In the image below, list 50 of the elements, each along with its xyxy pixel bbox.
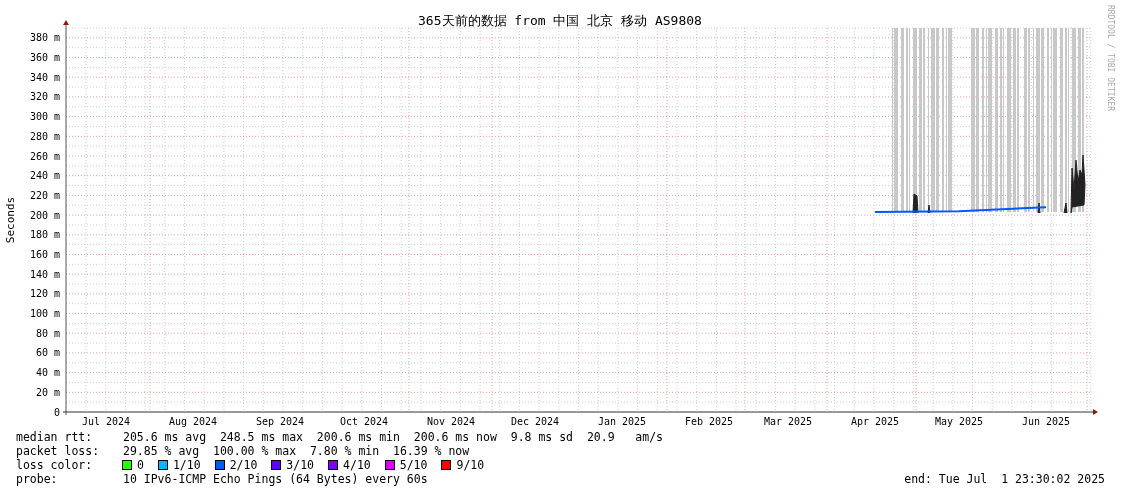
legend-label: 2/10 <box>229 458 258 472</box>
y-tick-label: 240 m <box>29 170 60 182</box>
chart-title: 365天前的数据 from 中国 北京 移动 AS9808 <box>418 13 702 28</box>
legend-value: 10 IPv6-ICMP Echo Pings (64 Bytes) every 60s <box>123 472 428 486</box>
y-tick-label: 0 <box>53 406 60 418</box>
y-tick-label: 280 m <box>29 130 60 142</box>
x-tick-label: Feb 2025 <box>684 416 734 427</box>
x-tick-label: Oct 2024 <box>339 416 389 427</box>
y-tick-label: 220 m <box>29 189 60 201</box>
legend-label: 9/10 <box>456 458 485 472</box>
y-tick-label: 100 m <box>29 308 60 320</box>
x-tick-label: May 2025 <box>934 416 984 427</box>
y-tick-label: 300 m <box>29 111 60 123</box>
x-tick-label: Jan 2025 <box>597 416 647 427</box>
end-time: end: Tue Jul 1 23:30:02 2025 <box>904 472 1105 486</box>
y-tick-label: 60 m <box>35 347 60 359</box>
y-tick-label: 200 m <box>29 209 60 221</box>
x-tick-label: Jun 2025 <box>1021 416 1071 427</box>
legend-label: 5/10 <box>399 458 428 472</box>
y-tick-label: 380 m <box>29 32 60 44</box>
y-tick-label: 20 m <box>35 386 60 398</box>
y-tick-label: 320 m <box>29 91 60 103</box>
legend-label: loss color: <box>16 458 94 472</box>
credit-text: RRDTOOL / TOBI OETIKER <box>1106 5 1115 111</box>
y-tick-label: 40 m <box>35 367 60 379</box>
y-tick-label: 120 m <box>29 288 60 300</box>
x-tick-label: Sep 2024 <box>255 416 305 427</box>
legend-label: 3/10 <box>286 458 315 472</box>
legend-value: 205.6 ms avg 248.5 ms max 200.6 ms min 200.6 ms now 9.8 ms sd 20.9 am/s <box>123 430 664 444</box>
legend-label: 0 <box>137 458 144 472</box>
x-tick-label: Nov 2024 <box>426 416 476 427</box>
y-tick-label: 180 m <box>29 229 60 241</box>
legend-label: median rtt: <box>16 430 94 444</box>
legend-label: 4/10 <box>343 458 371 472</box>
y-tick-label: 260 m <box>29 150 60 162</box>
y-tick-label: 160 m <box>29 248 60 260</box>
legend-label: packet loss: <box>16 444 101 458</box>
x-tick-label: Aug 2024 <box>168 416 218 427</box>
y-tick-label: 360 m <box>29 52 60 64</box>
y-tick-label: 140 m <box>29 268 60 280</box>
x-tick-label: Apr 2025 <box>850 416 900 427</box>
x-tick-label: Jul 2024 <box>81 416 131 427</box>
y-tick-label: 80 m <box>35 327 60 339</box>
legend-label: probe: <box>16 472 59 486</box>
x-tick-label: Dec 2024 <box>510 416 560 427</box>
y-tick-label: 340 m <box>29 71 60 83</box>
y-axis-label: Seconds <box>4 196 17 244</box>
legend-value: 29.85 % avg 100.00 % max 7.80 % min 16.39 % now <box>123 444 470 458</box>
legend-label: 1/10 <box>172 458 201 472</box>
x-tick-label: Mar 2025 <box>763 416 813 427</box>
